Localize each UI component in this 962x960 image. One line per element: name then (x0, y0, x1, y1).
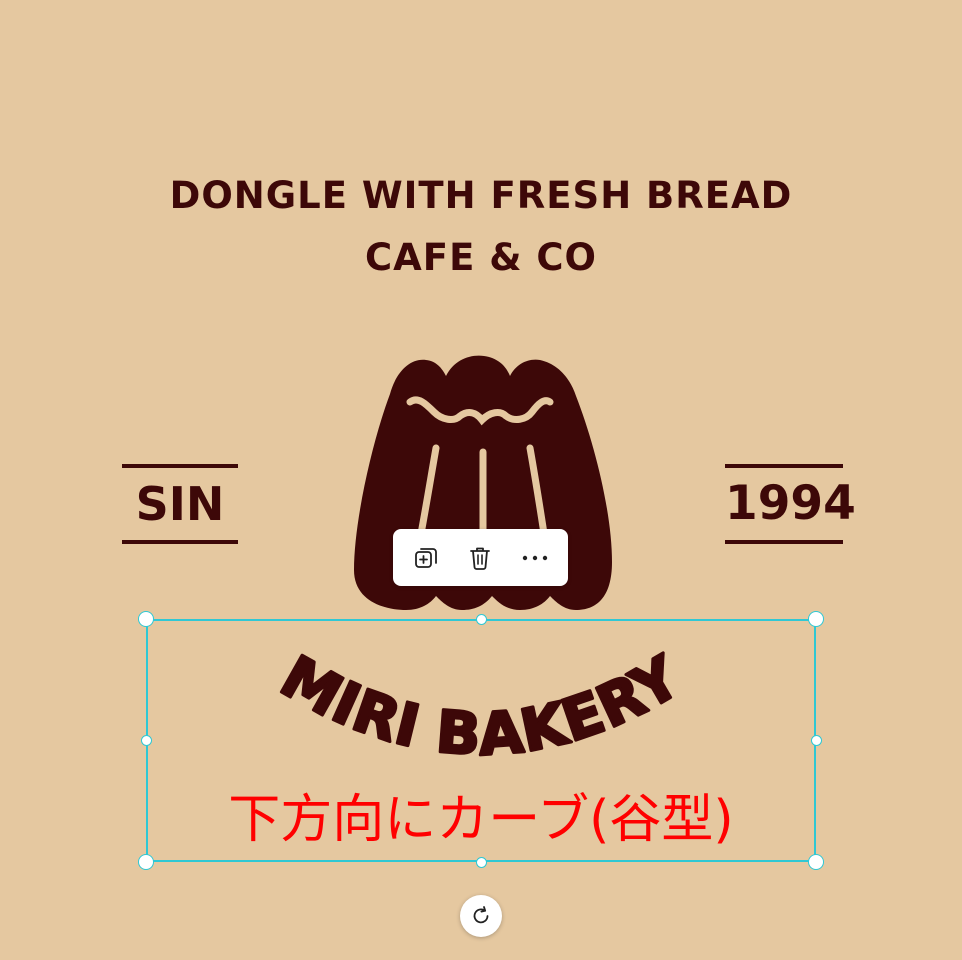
resize-handle-bottom[interactable] (476, 857, 487, 868)
rotate-icon (473, 906, 489, 924)
trash-icon (470, 547, 491, 570)
headline-line-2[interactable]: CAFE & CO (0, 236, 962, 279)
resize-handle-top-right[interactable] (808, 611, 824, 627)
right-badge-bottom-rule (725, 540, 843, 544)
curved-title-graphic[interactable]: MIRI BAKERY (146, 619, 816, 789)
right-badge-text: 1994 (725, 476, 856, 531)
rotate-button[interactable] (460, 895, 502, 937)
resize-handle-top[interactable] (476, 614, 487, 625)
more-icon (522, 555, 548, 560)
left-badge-bottom-rule (122, 540, 238, 544)
resize-handle-bottom-right[interactable] (808, 854, 824, 870)
delete-button[interactable] (458, 538, 502, 578)
more-options-button[interactable] (513, 538, 557, 578)
left-badge-text: SIN (135, 477, 225, 531)
design-canvas: DONGLE WITH FRESH BREAD CAFE & CO SIN 19… (0, 0, 962, 960)
duplicate-button[interactable] (404, 538, 448, 578)
left-badge[interactable]: SIN (122, 464, 238, 544)
headline-line-1[interactable]: DONGLE WITH FRESH BREAD (0, 174, 962, 217)
duplicate-icon (415, 547, 438, 568)
resize-handle-top-left[interactable] (138, 611, 154, 627)
resize-handle-bottom-left[interactable] (138, 854, 154, 870)
right-badge[interactable]: 1994 (725, 464, 856, 544)
annotation-text: 下方向にカーブ(谷型) (228, 790, 734, 850)
resize-handle-left[interactable] (141, 735, 152, 746)
resize-handle-right[interactable] (811, 735, 822, 746)
context-toolbar (393, 529, 568, 586)
curved-title: MIRI BAKERY (270, 642, 692, 769)
